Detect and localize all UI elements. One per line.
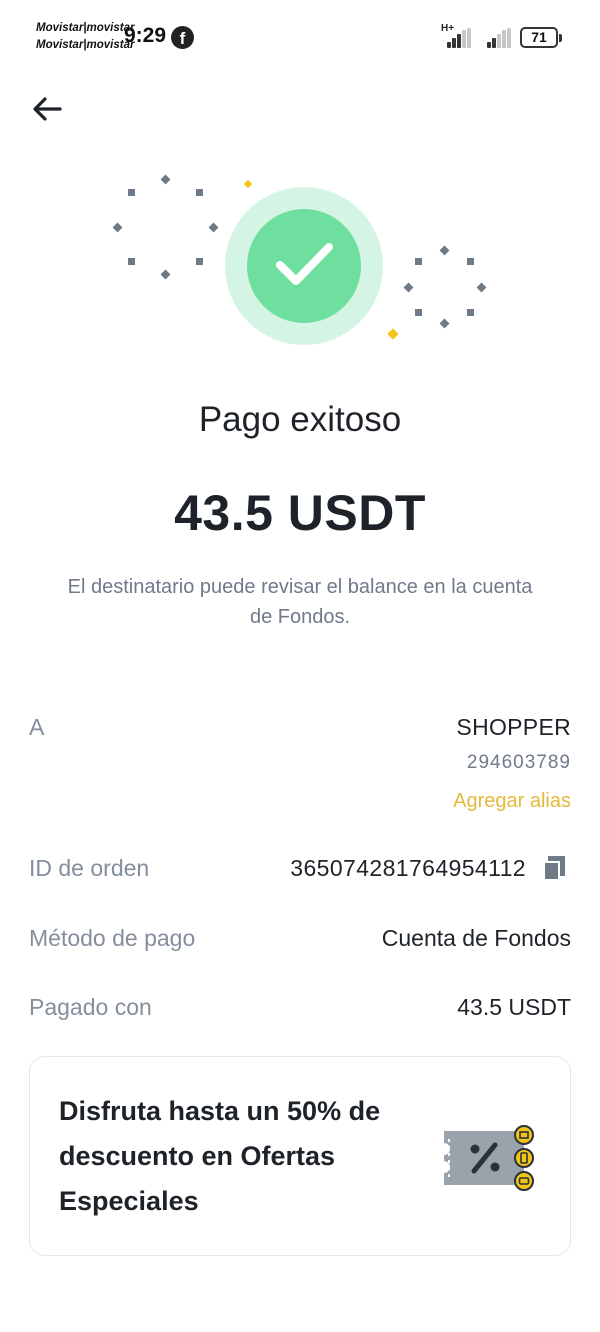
carrier-line-1: Movistar|movistar [36, 22, 135, 34]
paid-with-value: 43.5 USDT [457, 994, 571, 1020]
signal-strength-icon [447, 28, 471, 48]
payment-amount: 43.5 USDT [174, 485, 426, 541]
payment-method-label: Método de pago [29, 925, 196, 951]
add-alias-link[interactable]: Agregar alias [453, 790, 571, 813]
discount-coupon-icon [444, 1125, 534, 1191]
copy-icon[interactable] [541, 856, 567, 882]
recipient-name: SHOPPER [456, 714, 571, 740]
recipient-note: El destinatario puede revisar el balance… [67, 576, 533, 628]
check-circle-icon [225, 187, 383, 345]
carrier-line-2: Movistar|movistar [36, 39, 135, 51]
checkmark-icon [276, 243, 333, 285]
battery-level: 71 [531, 29, 547, 45]
payment-method-value: Cuenta de Fondos [381, 925, 571, 951]
recipient-id: 294603789 [466, 752, 571, 773]
carrier-label: Movistar|movistar Movistar|movistar [36, 20, 134, 54]
battery-icon: 71 [520, 27, 562, 48]
back-button[interactable] [30, 92, 64, 126]
back-arrow-icon [33, 97, 62, 121]
promo-text: Disfruta hasta un 50% de descuento en Of… [59, 1096, 381, 1216]
order-id-label: ID de orden [29, 855, 150, 881]
promo-card[interactable]: Disfruta hasta un 50% de descuento en Of… [29, 1056, 571, 1256]
page-title: Pago exitoso [198, 400, 402, 439]
success-core [247, 209, 361, 323]
paid-with-label: Pagado con [29, 994, 152, 1020]
facebook-icon: f [171, 26, 194, 49]
status-time: 9:29 [124, 24, 167, 47]
signal-strength-icon-2 [487, 28, 511, 48]
status-bar: Movistar|movistar Movistar|movistar 9:29… [0, 0, 600, 70]
to-label: A [29, 714, 45, 740]
order-id-value: 365074281764954112 [290, 855, 526, 881]
